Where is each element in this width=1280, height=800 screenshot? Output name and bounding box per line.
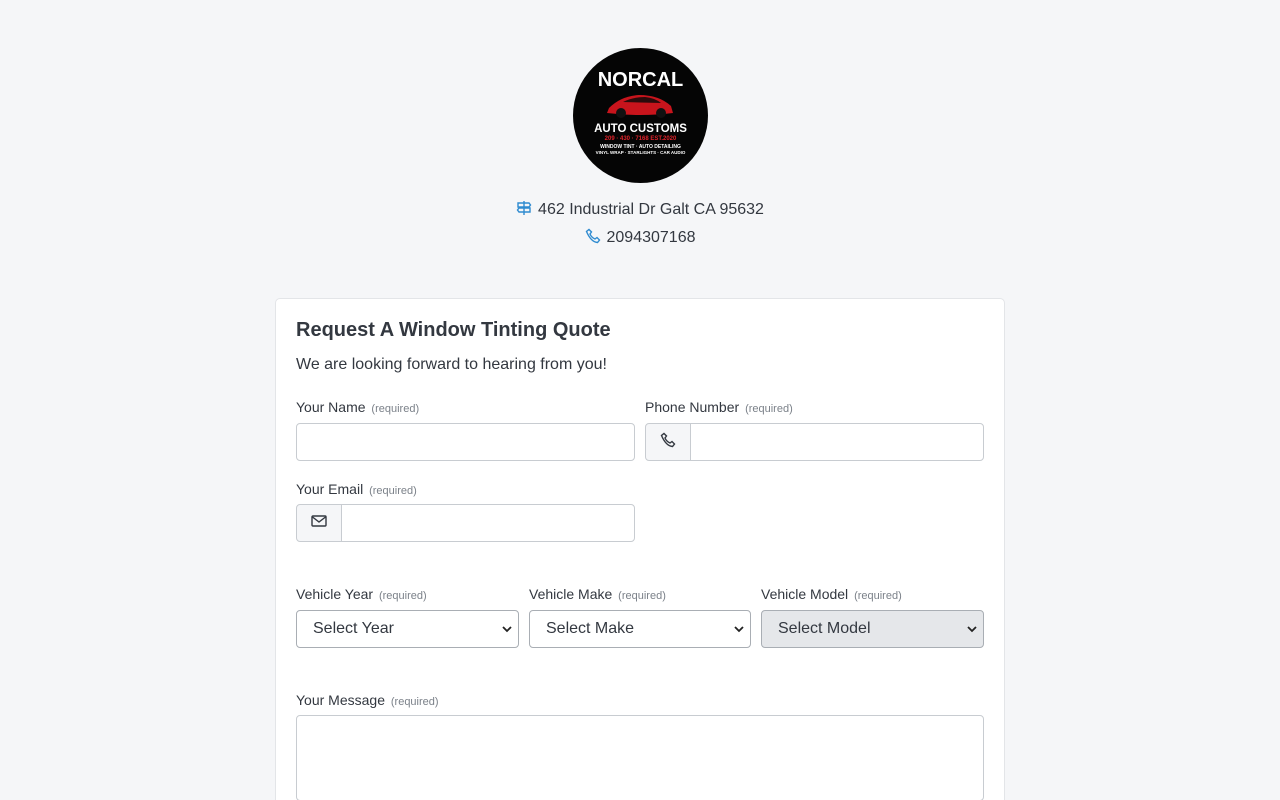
address-line: 462 Industrial Dr Galt CA 95632: [0, 199, 1280, 221]
required-hint: (required): [745, 403, 793, 415]
required-hint: (required): [378, 590, 427, 602]
envelope-icon: [311, 514, 327, 533]
email-input[interactable]: [341, 504, 635, 542]
vehicle-model-select[interactable]: Select Model: [761, 610, 984, 648]
make-label-text: Vehicle Make: [529, 586, 613, 602]
year-label-text: Vehicle Year: [296, 586, 374, 602]
phone-label-text: Phone Number: [645, 399, 740, 415]
phone-label: Phone Number (required): [645, 399, 793, 415]
vehicle-year-value: Select Year: [313, 620, 394, 637]
required-hint: (required): [390, 696, 439, 708]
form-title: Request A Window Tinting Quote: [296, 319, 611, 341]
quote-form-card: Request A Window Tinting Quote We are lo…: [275, 298, 1005, 800]
phone-icon: [585, 228, 601, 251]
logo-services-2: VINYL WRAP · STARLIGHTS · CAR AUDIO: [596, 150, 686, 155]
form-subtitle: We are looking forward to hearing from y…: [296, 356, 607, 373]
required-hint: (required): [618, 590, 666, 602]
logo-line2: AUTO CUSTOMS: [594, 123, 687, 135]
chevron-down-icon: [967, 626, 977, 633]
phone-addon: [645, 423, 691, 461]
make-label: Vehicle Make (required): [529, 586, 666, 602]
name-label: Your Name (required): [296, 399, 419, 415]
phone-line: 2094307168: [0, 227, 1280, 249]
address-text: 462 Industrial Dr Galt CA 95632: [538, 201, 764, 218]
logo-line1: NORCAL: [598, 69, 684, 91]
required-hint: (required): [369, 485, 417, 497]
model-label-text: Vehicle Model: [761, 586, 849, 602]
email-label-text: Your Email: [296, 481, 364, 497]
phone-text[interactable]: 2094307168: [607, 229, 696, 246]
required-hint: (required): [371, 403, 420, 415]
required-hint: (required): [854, 590, 902, 602]
signpost-icon: [516, 200, 532, 223]
chevron-down-icon: [502, 626, 512, 633]
vehicle-make-select[interactable]: Select Make: [529, 610, 751, 648]
vehicle-model-value: Select Model: [778, 620, 871, 637]
company-logo: NORCAL AUTO CUSTOMS 209 · 430 · 7168 EST…: [573, 48, 708, 183]
phone-input[interactable]: [690, 423, 984, 461]
vehicle-year-select[interactable]: Select Year: [296, 610, 519, 648]
chevron-down-icon: [734, 626, 744, 633]
model-label: Vehicle Model (required): [761, 586, 902, 602]
logo-phone-est: 209 · 430 · 7168 EST.2020: [605, 136, 677, 142]
message-textarea[interactable]: [296, 715, 984, 800]
message-label: Your Message (required): [296, 692, 439, 708]
message-label-text: Your Message: [296, 692, 385, 708]
name-label-text: Your Name: [296, 399, 366, 415]
name-input[interactable]: [296, 423, 635, 461]
phone-icon: [660, 432, 676, 453]
vehicle-make-value: Select Make: [546, 620, 635, 637]
email-addon: [296, 504, 342, 542]
year-label: Vehicle Year (required): [296, 586, 427, 602]
email-label: Your Email (required): [296, 481, 417, 497]
